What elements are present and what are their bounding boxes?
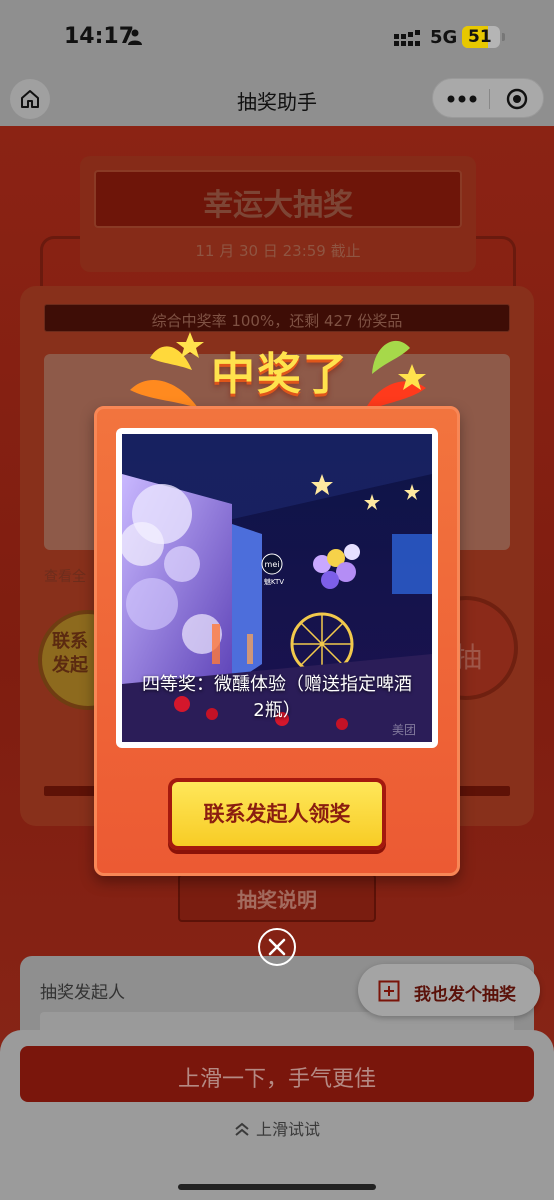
network-type: 5G xyxy=(430,27,458,48)
plus-icon xyxy=(378,980,400,1002)
more-icon[interactable] xyxy=(447,95,477,103)
nav-bar: 抽奖助手 xyxy=(0,76,554,126)
status-bar: 14:17 5G 51 xyxy=(0,0,554,76)
signal-icon xyxy=(394,30,420,46)
initiator-label: 抽奖发起人 xyxy=(40,983,125,1003)
swipe-hint: 上滑试试 xyxy=(0,1116,554,1140)
claim-button-label: 联系发起人领奖 xyxy=(203,802,351,826)
win-title: 中奖了 xyxy=(211,349,349,400)
photo-logo-sub: 魅KTV xyxy=(264,577,284,586)
swipe-up-button-label: 上滑一下，手气更佳 xyxy=(177,1067,376,1092)
chevron-up-icon xyxy=(235,1122,249,1136)
mini-program-capsule xyxy=(432,78,544,118)
person-icon xyxy=(128,29,142,45)
home-indicator xyxy=(178,1184,376,1190)
view-all-link[interactable]: 查看全 xyxy=(44,566,86,586)
prize-name: 四等奖：微醺体验（赠送指定啤酒2瓶） xyxy=(142,674,412,721)
photo-watermark: 美团 xyxy=(392,723,416,737)
photo-logo: mei xyxy=(265,560,280,569)
create-my-lottery-label: 我也发个抽奖 xyxy=(414,985,516,1005)
close-icon xyxy=(268,938,286,956)
lottery-title: 幸运大抽奖 xyxy=(203,188,353,223)
close-modal-button[interactable] xyxy=(258,928,296,966)
close-program-icon[interactable] xyxy=(506,88,528,110)
rules-tab-label: 抽奖说明 xyxy=(237,888,317,912)
status-time: 14:17 xyxy=(64,24,135,49)
swipe-hint-label: 上滑试试 xyxy=(255,1120,320,1139)
win-rate-text: 综合中奖率 100%，还剩 427 份奖品 xyxy=(151,312,403,330)
battery-icon: 51 xyxy=(462,26,500,48)
deadline-text: 11 月 30 日 23:59 截止 xyxy=(195,242,361,260)
battery-level: 51 xyxy=(468,27,492,47)
